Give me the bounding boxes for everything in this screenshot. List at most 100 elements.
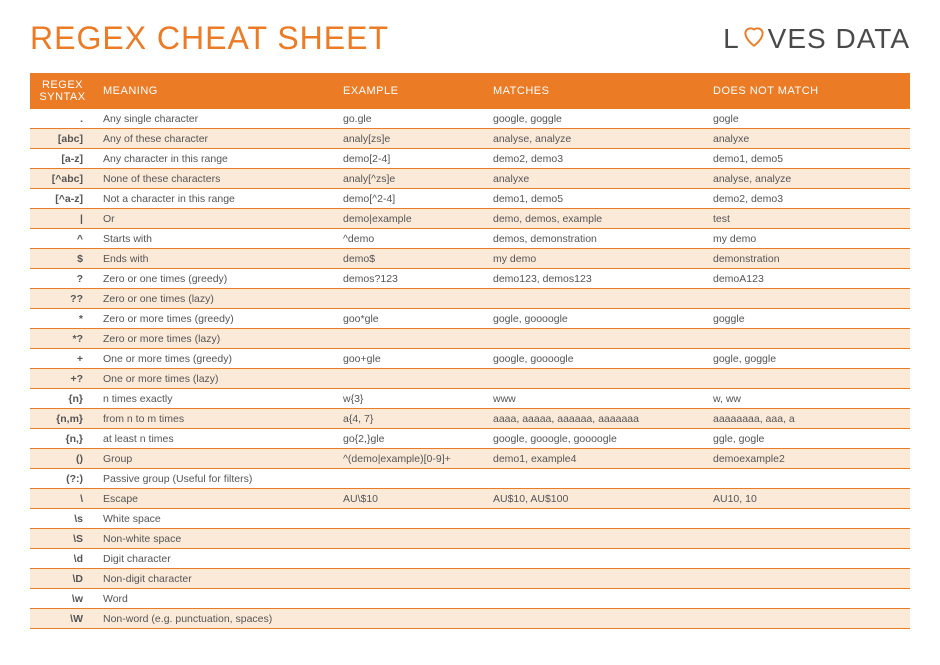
col-meaning: MEANING: [95, 73, 335, 109]
cell-syntax: .: [30, 109, 95, 129]
cell-syntax: *?: [30, 329, 95, 349]
cell-notmatch: demoexample2: [705, 449, 910, 469]
table-row: ??Zero or one times (lazy): [30, 289, 910, 309]
cell-syntax: {n,}: [30, 429, 95, 449]
cell-example: [335, 509, 485, 529]
cell-meaning: One or more times (greedy): [95, 349, 335, 369]
cell-example: go{2,}gle: [335, 429, 485, 449]
cell-matches: gogle, goooogle: [485, 309, 705, 329]
cell-notmatch: gogle: [705, 109, 910, 129]
cell-notmatch: [705, 529, 910, 549]
table-row: (?:)Passive group (Useful for filters): [30, 469, 910, 489]
cell-syntax: +?: [30, 369, 95, 389]
cell-notmatch: demoA123: [705, 269, 910, 289]
cell-example: demo[^2-4]: [335, 189, 485, 209]
regex-table: REGEX SYNTAX MEANING EXAMPLE MATCHES DOE…: [30, 73, 910, 629]
cell-example: analy[^zs]e: [335, 169, 485, 189]
cell-syntax: {n}: [30, 389, 95, 409]
table-row: ?Zero or one times (greedy)demos?123demo…: [30, 269, 910, 289]
table-row: \dDigit character: [30, 549, 910, 569]
cell-meaning: Zero or more times (greedy): [95, 309, 335, 329]
cell-notmatch: aaaaaaaa, aaa, a: [705, 409, 910, 429]
cell-matches: google, goggle: [485, 109, 705, 129]
table-header-row: REGEX SYNTAX MEANING EXAMPLE MATCHES DOE…: [30, 73, 910, 109]
cell-example: a{4, 7}: [335, 409, 485, 429]
cell-example: analy[zs]e: [335, 129, 485, 149]
cell-meaning: Ends with: [95, 249, 335, 269]
table-row: *?Zero or more times (lazy): [30, 329, 910, 349]
table-row: ()Group^(demo|example)[0-9]+demo1, examp…: [30, 449, 910, 469]
cell-syntax: [^a-z]: [30, 189, 95, 209]
cell-syntax: {n,m}: [30, 409, 95, 429]
cell-example: demo|example: [335, 209, 485, 229]
cell-notmatch: [705, 549, 910, 569]
cell-meaning: n times exactly: [95, 389, 335, 409]
cell-meaning: Digit character: [95, 549, 335, 569]
cell-matches: [485, 289, 705, 309]
page-title: REGEX CHEAT SHEET: [30, 20, 389, 57]
cell-matches: [485, 549, 705, 569]
table-row: [^a-z]Not a character in this rangedemo[…: [30, 189, 910, 209]
table-row: *Zero or more times (greedy)goo*glegogle…: [30, 309, 910, 329]
cell-matches: [485, 569, 705, 589]
cell-notmatch: [705, 609, 910, 629]
cell-example: [335, 329, 485, 349]
cell-meaning: Non-white space: [95, 529, 335, 549]
cell-example: [335, 529, 485, 549]
cell-notmatch: demo2, demo3: [705, 189, 910, 209]
table-row: .Any single charactergo.glegoogle, goggl…: [30, 109, 910, 129]
cell-syntax: [abc]: [30, 129, 95, 149]
cell-matches: google, goooogle: [485, 349, 705, 369]
cell-meaning: Passive group (Useful for filters): [95, 469, 335, 489]
cell-example: goo*gle: [335, 309, 485, 329]
cell-syntax: [a-z]: [30, 149, 95, 169]
cell-syntax: \d: [30, 549, 95, 569]
cell-notmatch: ggle, gogle: [705, 429, 910, 449]
cell-notmatch: demonstration: [705, 249, 910, 269]
table-row: \SNon-white space: [30, 529, 910, 549]
cell-notmatch: my demo: [705, 229, 910, 249]
cell-example: [335, 569, 485, 589]
cell-meaning: Escape: [95, 489, 335, 509]
cell-matches: [485, 529, 705, 549]
cell-matches: [485, 469, 705, 489]
cell-syntax: +: [30, 349, 95, 369]
cell-meaning: Zero or one times (greedy): [95, 269, 335, 289]
table-row: \wWord: [30, 589, 910, 609]
table-row: [abc]Any of these characteranaly[zs]eana…: [30, 129, 910, 149]
cell-syntax: \: [30, 489, 95, 509]
table-row: \DNon-digit character: [30, 569, 910, 589]
cell-notmatch: AU10, 10: [705, 489, 910, 509]
cell-example: demo[2-4]: [335, 149, 485, 169]
cell-example: [335, 549, 485, 569]
cell-syntax: \S: [30, 529, 95, 549]
table-row: {n}n times exactlyw{3}wwww, ww: [30, 389, 910, 409]
cell-matches: demo123, demos123: [485, 269, 705, 289]
cell-notmatch: w, ww: [705, 389, 910, 409]
cell-notmatch: [705, 369, 910, 389]
cell-example: go.gle: [335, 109, 485, 129]
table-row: \WNon-word (e.g. punctuation, spaces): [30, 609, 910, 629]
cell-meaning: Any character in this range: [95, 149, 335, 169]
cell-example: [335, 469, 485, 489]
cell-notmatch: [705, 569, 910, 589]
cell-example: [335, 589, 485, 609]
table-row: {n,}at least n timesgo{2,}glegoogle, goo…: [30, 429, 910, 449]
cell-notmatch: gogle, goggle: [705, 349, 910, 369]
cell-syntax: ??: [30, 289, 95, 309]
table-row: +One or more times (greedy)goo+glegoogle…: [30, 349, 910, 369]
cell-example: demo$: [335, 249, 485, 269]
cell-notmatch: [705, 469, 910, 489]
table-row: \EscapeAU\$10AU$10, AU$100AU10, 10: [30, 489, 910, 509]
cell-example: demos?123: [335, 269, 485, 289]
cell-matches: [485, 369, 705, 389]
col-example: EXAMPLE: [335, 73, 485, 109]
cell-meaning: Group: [95, 449, 335, 469]
cell-meaning: Any single character: [95, 109, 335, 129]
cell-meaning: Not a character in this range: [95, 189, 335, 209]
cell-meaning: Non-digit character: [95, 569, 335, 589]
table-row: [a-z]Any character in this rangedemo[2-4…: [30, 149, 910, 169]
cell-matches: [485, 329, 705, 349]
cell-example: [335, 609, 485, 629]
cell-example: w{3}: [335, 389, 485, 409]
